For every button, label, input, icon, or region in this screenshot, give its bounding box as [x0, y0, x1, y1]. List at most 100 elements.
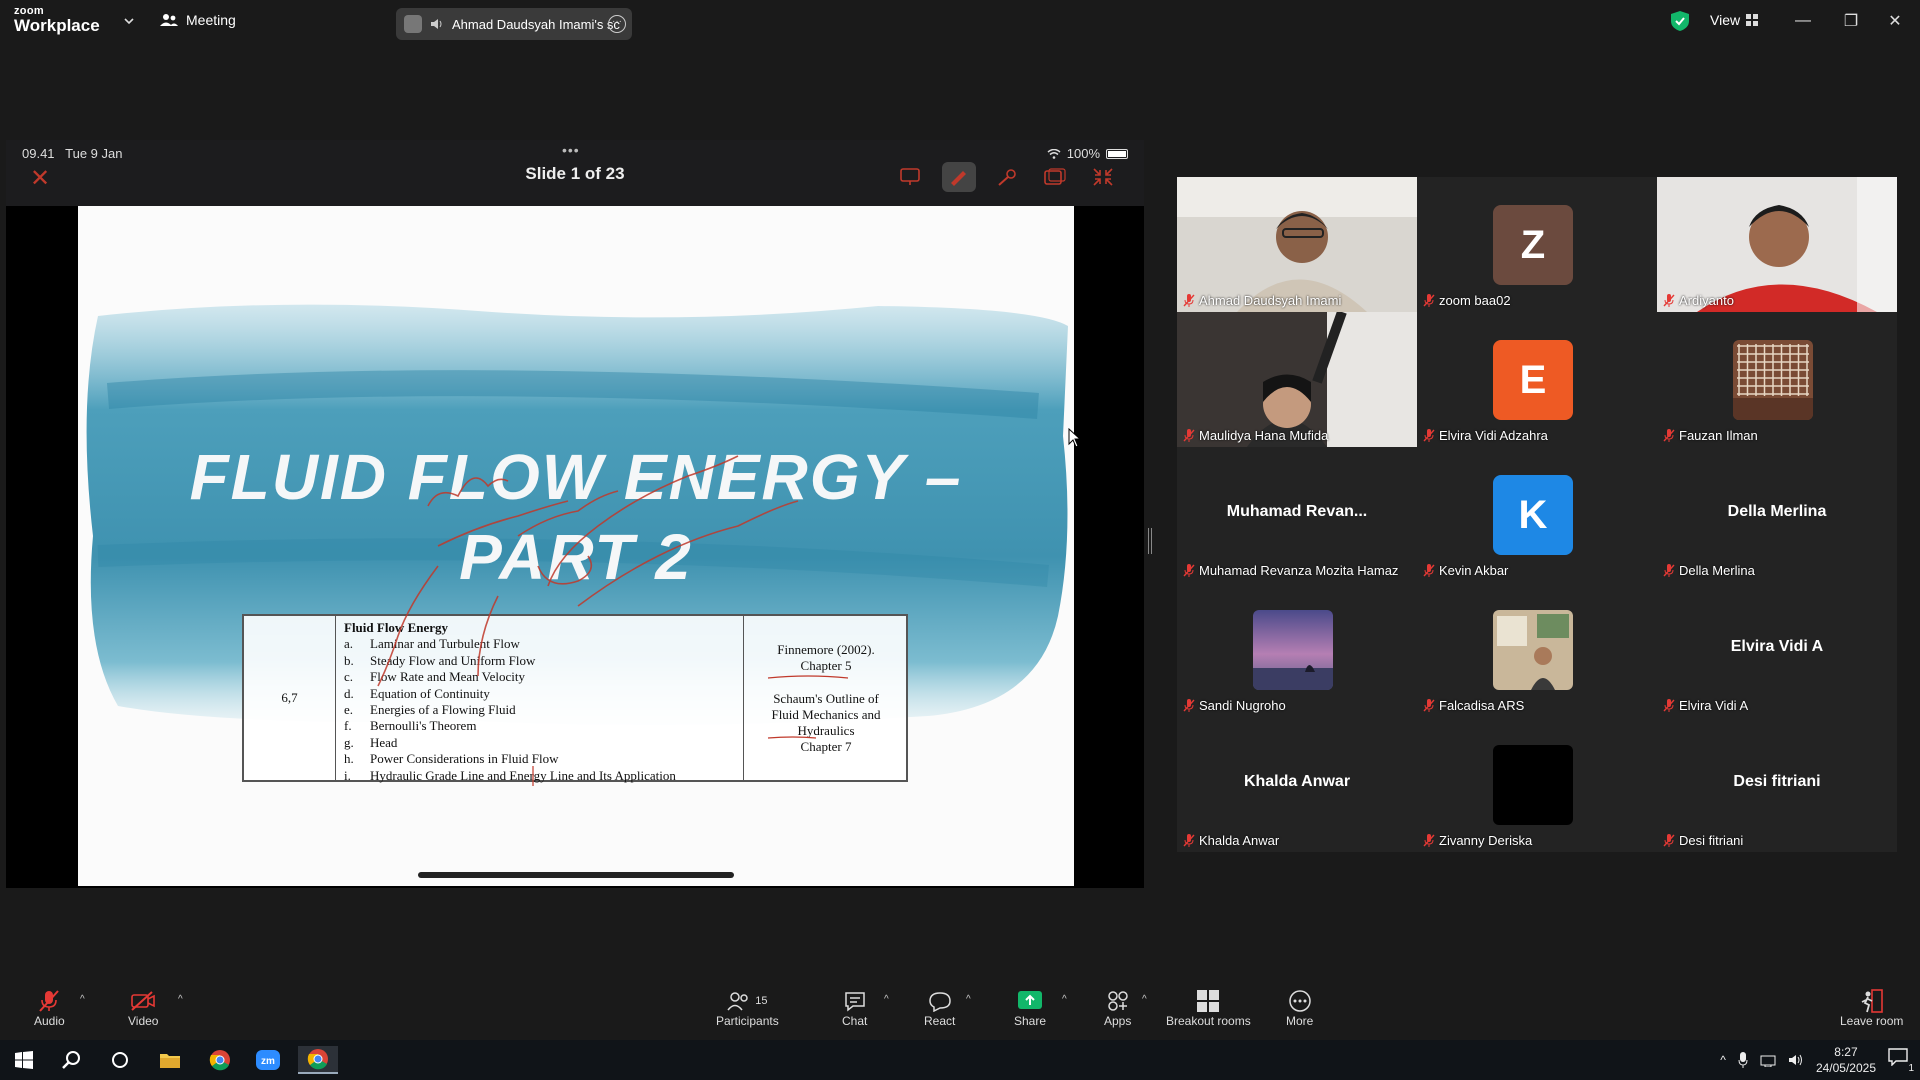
avatar — [1253, 610, 1333, 690]
avatar-letter: K — [1493, 475, 1573, 555]
participant-tile[interactable]: Ahmad Daudsyah Imami — [1177, 177, 1417, 312]
participant-tile[interactable]: Desi fitriani Desi fitriani — [1657, 717, 1897, 852]
mic-muted-icon — [1663, 429, 1675, 442]
restore-icon[interactable]: ❐ — [1836, 8, 1866, 34]
participant-name: Maulidya Hana Mufida — [1199, 428, 1329, 443]
notification-count: 1 — [1908, 1063, 1914, 1074]
participant-tile[interactable]: Zzoom baa02 — [1417, 177, 1657, 312]
audio-options-chevron-icon[interactable]: ^ — [80, 994, 85, 1005]
chevron-down-icon[interactable] — [122, 14, 136, 28]
participant-name-label: Della Merlina — [1663, 563, 1755, 578]
cortana-icon[interactable] — [100, 1046, 140, 1074]
participants-button[interactable]: 15 Participants — [716, 988, 779, 1028]
participant-tile[interactable]: Sandi Nugroho — [1177, 582, 1417, 717]
react-button[interactable]: React — [924, 988, 955, 1028]
participant-tile[interactable]: Maulidya Hana Mufida — [1177, 312, 1417, 447]
ref2-line3: Hydraulics — [797, 723, 855, 738]
file-explorer-icon[interactable] — [150, 1046, 190, 1074]
apps-button[interactable]: Apps — [1104, 988, 1131, 1028]
participant-tile[interactable]: Della Merlina Della Merlina — [1657, 447, 1897, 582]
apps-options-chevron-icon[interactable]: ^ — [1142, 994, 1147, 1005]
participant-tile[interactable]: K Kevin Akbar — [1417, 447, 1657, 582]
mic-muted-icon — [1183, 564, 1195, 577]
zoom-taskbar-icon[interactable]: zm — [248, 1046, 288, 1074]
chrome-active-icon[interactable] — [298, 1046, 338, 1074]
more-dots-icon: ••• — [562, 142, 580, 158]
view-button[interactable]: View — [1710, 12, 1759, 28]
avatar — [1733, 340, 1813, 420]
search-icon[interactable] — [52, 1046, 92, 1074]
topic-text: Energies of a Flowing Fluid — [370, 702, 516, 718]
mouse-cursor-icon — [1068, 428, 1082, 448]
participant-name-label: Maulidya Hana Mufida — [1183, 428, 1328, 443]
mic-muted-icon — [1663, 294, 1675, 307]
more-button[interactable]: More — [1286, 988, 1313, 1028]
participant-tile[interactable]: Muhamad Revan... Muhamad Revanza Mozita H… — [1177, 447, 1417, 582]
breakout-rooms-icon — [1197, 990, 1220, 1012]
mic-muted-icon — [1183, 429, 1195, 442]
leave-icon — [1861, 989, 1883, 1013]
participant-tile[interactable]: Elvira Vidi A Elvira Vidi A — [1657, 582, 1897, 717]
laser-pointer-icon — [990, 162, 1024, 192]
week-cell: 6,7 — [244, 616, 336, 780]
close-icon[interactable]: ✕ — [1880, 8, 1910, 34]
minimize-icon[interactable]: — — [1788, 8, 1818, 34]
screen-share-indicator[interactable]: Ahmad Daudsyah Imami's sc ··· — [396, 8, 632, 40]
participant-display-name: Desi fitriani — [1733, 773, 1821, 790]
topic-text: Bernoulli's Theorem — [370, 718, 477, 734]
audio-button[interactable]: Audio — [34, 988, 65, 1028]
chat-options-chevron-icon[interactable]: ^ — [884, 994, 889, 1005]
participant-video — [1177, 312, 1417, 447]
participants-label: Participants — [716, 1014, 779, 1028]
more-options-icon[interactable]: ··· — [608, 15, 626, 33]
share-button[interactable]: Share — [1014, 988, 1046, 1028]
topic-text: Hydraulic Grade Line and Energy Line and… — [370, 767, 676, 783]
taskbar-clock[interactable]: 8:27 24/05/2025 — [1816, 1044, 1876, 1076]
participant-name-label: Ardiyanto — [1663, 293, 1734, 308]
participant-name: Zivanny Deriska — [1439, 833, 1533, 848]
participant-tile[interactable]: Zivanny Deriska — [1417, 717, 1657, 852]
topic-text: Flow Rate and Mean Velocity — [370, 669, 526, 685]
participant-display-name: Muhamad Revan... — [1226, 503, 1368, 520]
meeting-menu[interactable]: Meeting — [160, 12, 236, 28]
participant-tile[interactable]: E Elvira Vidi Adzahra — [1417, 312, 1657, 447]
breakout-rooms-button[interactable]: Breakout rooms — [1166, 988, 1251, 1028]
windows-start-icon[interactable] — [4, 1046, 44, 1074]
participant-tile[interactable]: Khalda Anwar Khalda Anwar — [1177, 717, 1417, 852]
leave-room-button[interactable]: Leave room — [1840, 988, 1903, 1028]
video-button[interactable]: Video — [128, 988, 158, 1028]
participant-name-label: Falcadisa ARS — [1423, 698, 1524, 713]
chat-icon — [844, 992, 865, 1012]
topics-cell: Fluid Flow Energy a. Laminar and Turbulen… — [336, 616, 744, 783]
network-icon[interactable] — [1760, 1053, 1776, 1067]
apps-label: Apps — [1104, 1014, 1132, 1028]
breakout-label: Breakout rooms — [1166, 1014, 1251, 1028]
volume-icon[interactable] — [1788, 1053, 1804, 1067]
react-options-chevron-icon[interactable]: ^ — [966, 994, 971, 1005]
topic-row: c. Flow Rate and Mean Velocity — [344, 669, 735, 685]
mic-muted-icon — [1663, 834, 1675, 847]
topic-key: c. — [344, 669, 354, 685]
participant-name-label: Zivanny Deriska — [1423, 833, 1532, 848]
participant-tile[interactable]: Fauzan Ilman — [1657, 312, 1897, 447]
shield-icon[interactable] — [1670, 10, 1690, 32]
share-options-chevron-icon[interactable]: ^ — [1062, 994, 1067, 1005]
mic-muted-icon — [1423, 564, 1435, 577]
show-hidden-icons-chevron-icon[interactable]: ^ — [1720, 1053, 1726, 1067]
ref2-line4: Chapter 7 — [800, 739, 852, 754]
chrome-icon[interactable] — [200, 1046, 240, 1074]
microphone-icon[interactable] — [1738, 1052, 1748, 1068]
video-options-chevron-icon[interactable]: ^ — [178, 994, 183, 1005]
video-label: Video — [128, 1014, 159, 1028]
resize-handle[interactable] — [1148, 528, 1152, 554]
shared-screen: 09.41 Tue 9 Jan ••• ✕ Slide 1 of 23 100% — [6, 140, 1144, 888]
participant-tile[interactable]: Falcadisa ARS — [1417, 582, 1657, 717]
chat-button[interactable]: Chat — [842, 988, 867, 1028]
participant-video — [1657, 177, 1897, 312]
participant-tile[interactable]: Ardiyanto — [1657, 177, 1897, 312]
notification-center-icon[interactable]: 1 — [1888, 1048, 1914, 1074]
leave-label: Leave room — [1840, 1014, 1904, 1028]
participant-name: Ahmad Daudsyah Imami — [1199, 293, 1342, 308]
participant-name: Elvira Vidi Adzahra — [1439, 428, 1548, 443]
view-label: View — [1710, 12, 1741, 28]
